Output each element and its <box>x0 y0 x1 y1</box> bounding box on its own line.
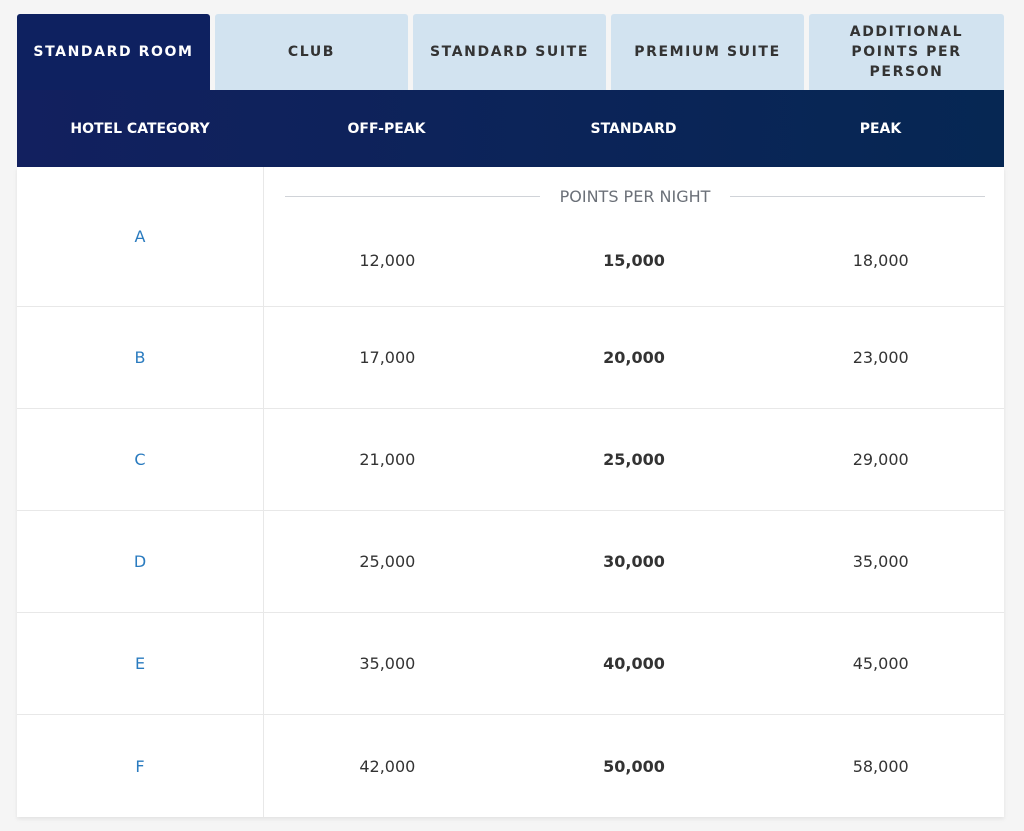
tab-additional-points[interactable]: ADDITIONAL POINTS PER PERSON <box>809 14 1004 90</box>
header-off-peak: OFF-PEAK <box>347 120 426 137</box>
off-peak-value: 42,000 <box>359 756 416 776</box>
header-standard: STANDARD <box>590 120 677 137</box>
award-chart-card: STANDARD ROOM CLUB STANDARD SUITE PREMIU… <box>17 14 1004 817</box>
peak-value: 18,000 <box>852 251 909 270</box>
peak-value: 35,000 <box>852 552 909 571</box>
standard-value: 15,000 <box>603 251 665 270</box>
divider-line <box>285 195 540 197</box>
category-link[interactable]: F <box>17 715 264 817</box>
value-row: 17,000 20,000 23,000 <box>264 307 1004 408</box>
off-peak-value: 17,000 <box>359 348 416 367</box>
header-hotel-category: HOTEL CATEGORY <box>70 120 210 137</box>
standard-value: 20,000 <box>603 348 665 367</box>
off-peak-value: 35,000 <box>359 654 416 673</box>
category-link[interactable]: E <box>17 613 264 714</box>
standard-value: 50,000 <box>603 756 665 776</box>
room-type-tabs: STANDARD ROOM CLUB STANDARD SUITE PREMIU… <box>17 14 1004 90</box>
table-header: HOTEL CATEGORY OFF-PEAK STANDARD PEAK <box>17 90 1004 167</box>
tab-standard-suite[interactable]: STANDARD SUITE <box>413 14 606 90</box>
table-row: D 25,000 30,000 35,000 <box>17 511 1004 613</box>
standard-value: 30,000 <box>603 552 665 571</box>
row-values: POINTS PER NIGHT 12,000 15,000 18,000 <box>264 167 1004 306</box>
category-link[interactable]: A <box>17 167 264 306</box>
peak-value: 45,000 <box>852 654 909 673</box>
table-row: B 17,000 20,000 23,000 <box>17 307 1004 409</box>
row-values: 35,000 40,000 45,000 <box>264 613 1004 714</box>
off-peak-value: 25,000 <box>359 552 416 571</box>
peak-value: 29,000 <box>852 450 909 469</box>
header-peak: PEAK <box>859 120 902 137</box>
category-link[interactable]: C <box>17 409 264 510</box>
table-row: A POINTS PER NIGHT 12,000 15,000 18,000 <box>17 167 1004 307</box>
value-row: 42,000 50,000 58,000 <box>264 715 1004 817</box>
standard-value: 40,000 <box>603 654 665 673</box>
table-body: A POINTS PER NIGHT 12,000 15,000 18,000 … <box>17 167 1004 817</box>
peak-value: 58,000 <box>852 756 909 776</box>
peak-value: 23,000 <box>852 348 909 367</box>
divider-line <box>730 195 986 197</box>
standard-value: 25,000 <box>603 450 665 469</box>
table-row: F 42,000 50,000 58,000 <box>17 715 1004 817</box>
tab-standard-room[interactable]: STANDARD ROOM <box>17 14 210 90</box>
value-row: 12,000 15,000 18,000 <box>264 215 1004 306</box>
off-peak-value: 21,000 <box>359 450 416 469</box>
category-link[interactable]: D <box>17 511 264 612</box>
category-link[interactable]: B <box>17 307 264 408</box>
row-values: 17,000 20,000 23,000 <box>264 307 1004 408</box>
value-row: 21,000 25,000 29,000 <box>264 409 1004 510</box>
value-row: 25,000 30,000 35,000 <box>264 511 1004 612</box>
row-values: 42,000 50,000 58,000 <box>264 715 1004 817</box>
points-per-night-text: POINTS PER NIGHT <box>559 186 711 206</box>
tab-club[interactable]: CLUB <box>215 14 408 90</box>
table-row: E 35,000 40,000 45,000 <box>17 613 1004 715</box>
row-values: 21,000 25,000 29,000 <box>264 409 1004 510</box>
off-peak-value: 12,000 <box>359 251 416 270</box>
table-row: C 21,000 25,000 29,000 <box>17 409 1004 511</box>
value-row: 35,000 40,000 45,000 <box>264 613 1004 714</box>
tab-premium-suite[interactable]: PREMIUM SUITE <box>611 14 804 90</box>
points-per-night-label: POINTS PER NIGHT <box>264 177 1004 215</box>
row-values: 25,000 30,000 35,000 <box>264 511 1004 612</box>
